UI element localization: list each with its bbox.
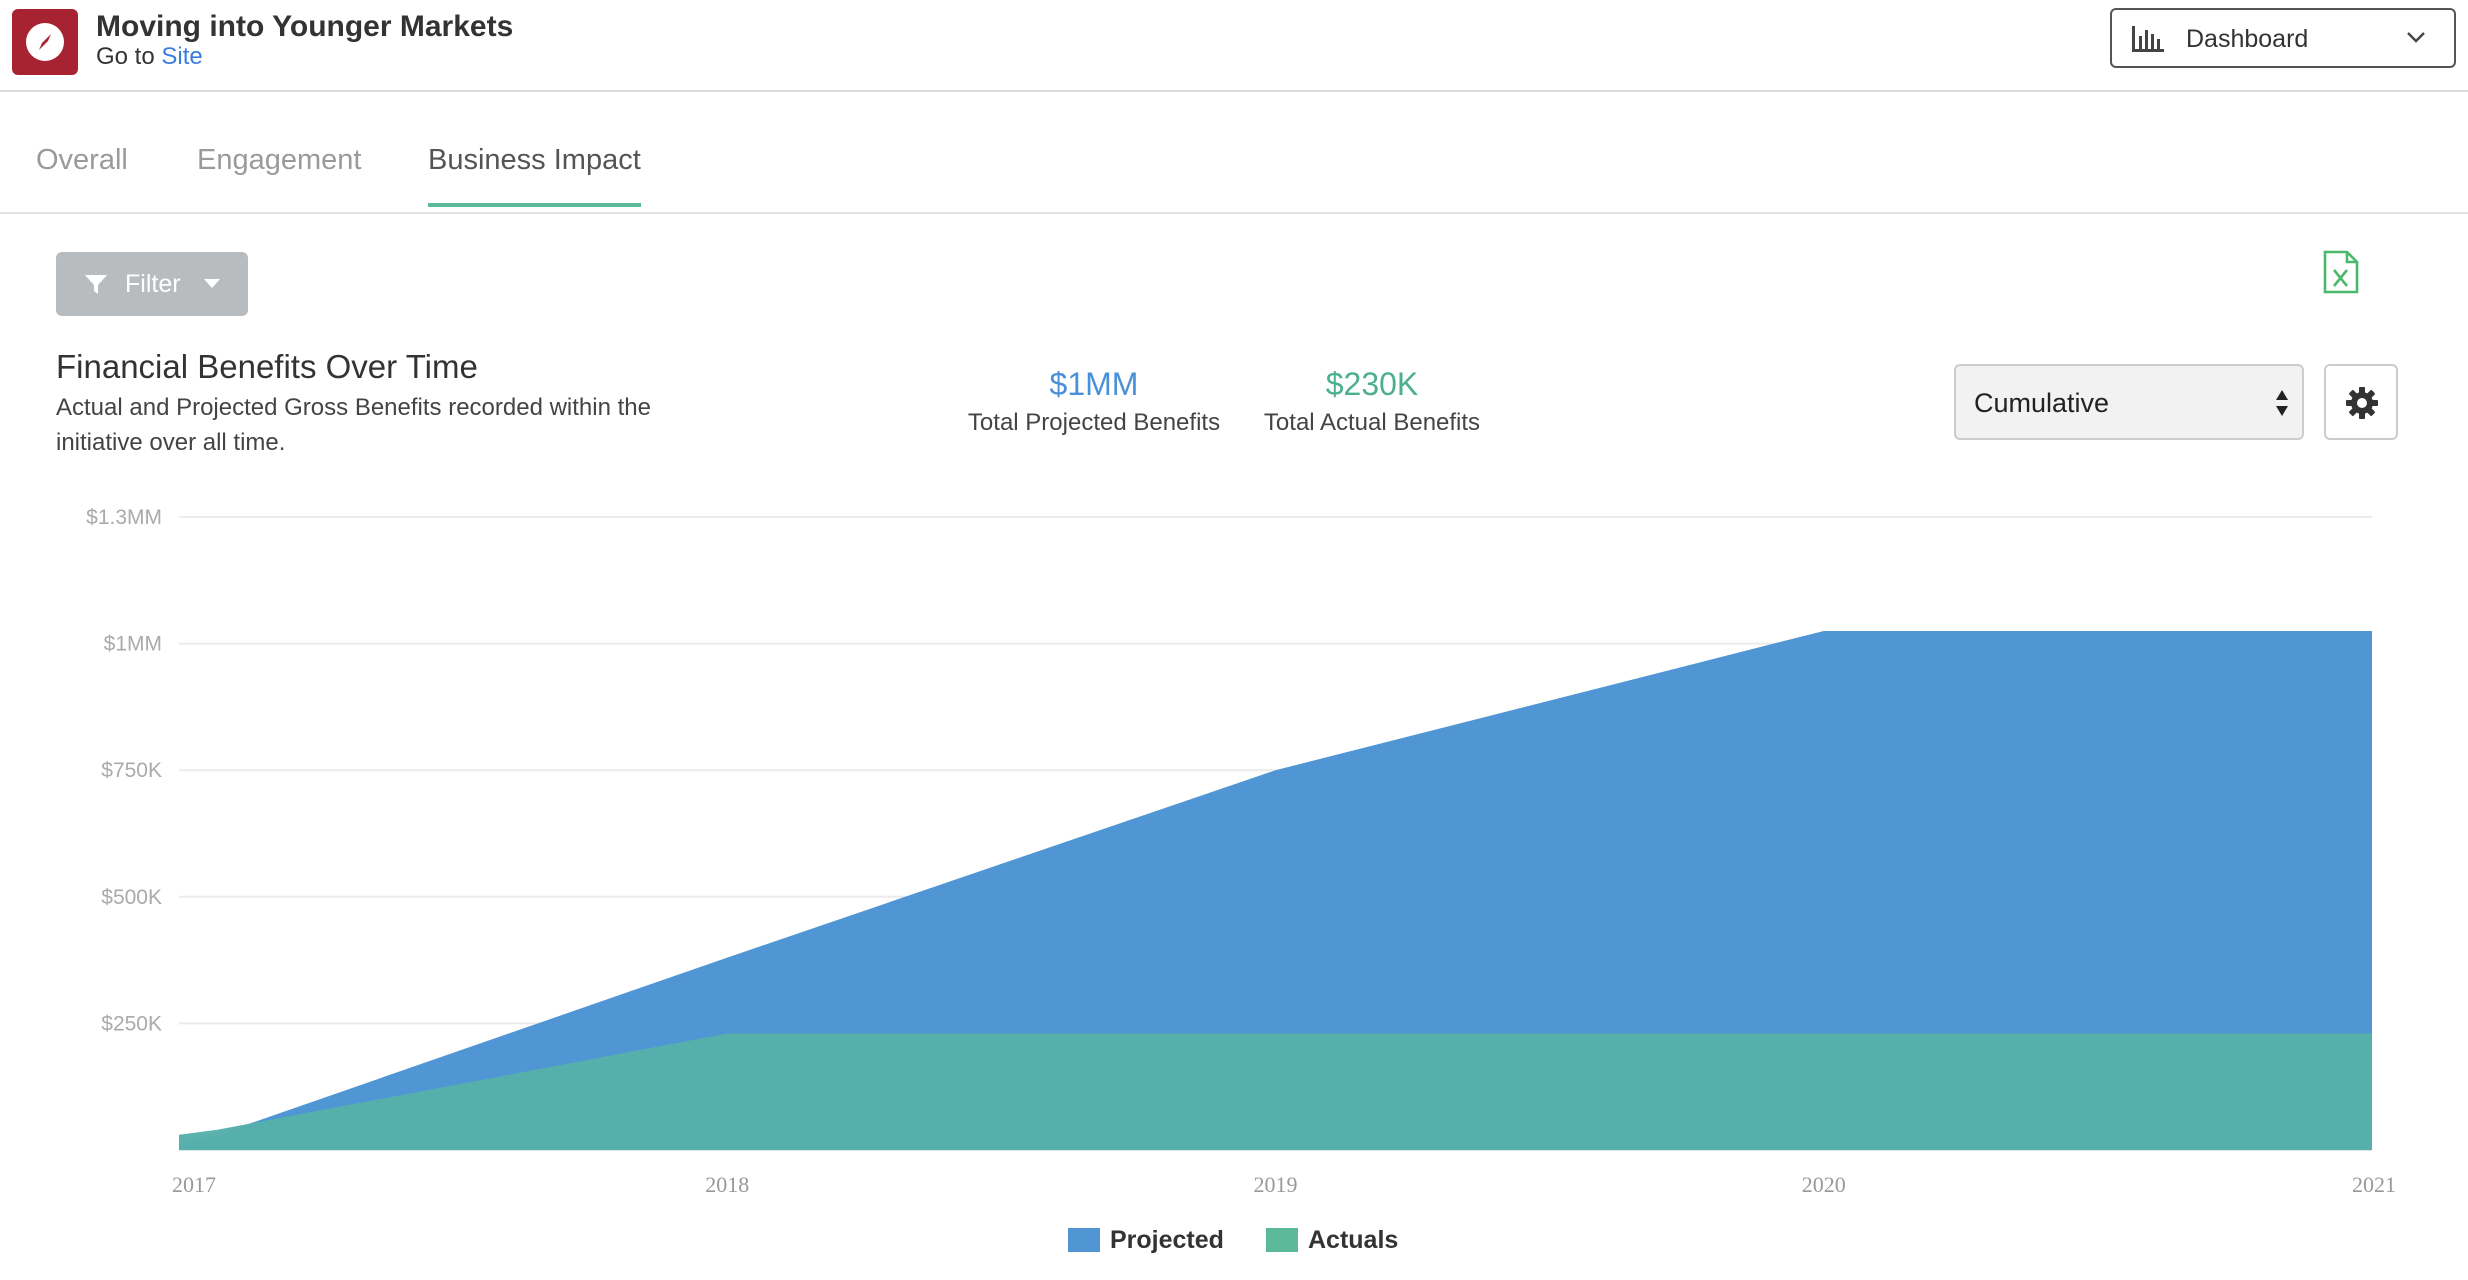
kpi-actual-label: Total Actual Benefits xyxy=(1263,409,1481,436)
aggregation-select-label: Cumulative xyxy=(1974,388,2110,418)
app-logo-icon xyxy=(12,9,78,75)
filter-icon xyxy=(85,275,107,294)
select-arrows-icon xyxy=(2276,390,2288,416)
x-tick-label: 2021 xyxy=(2352,1172,2396,1197)
tab-bar: Overall Engagement Business Impact xyxy=(0,92,2468,214)
x-tick-label: 2020 xyxy=(1802,1172,1846,1197)
y-tick-label: $750K xyxy=(101,759,162,782)
kpi-projected-value: $1MM xyxy=(1049,366,1139,402)
x-tick-label: 2019 xyxy=(1254,1172,1298,1197)
legend-projected-label: Projected xyxy=(1110,1226,1224,1254)
tab-overall[interactable]: Overall xyxy=(36,144,128,203)
app-header: Moving into Younger Markets Go to Site D… xyxy=(0,0,2468,92)
x-tick-label: 2018 xyxy=(705,1172,749,1197)
legend-projected-swatch xyxy=(1068,1228,1100,1252)
y-tick-label: $1MM xyxy=(104,633,162,656)
kpi-projected-label: Total Projected Benefits xyxy=(967,409,1221,436)
view-select[interactable]: Dashboard xyxy=(2110,8,2456,68)
bar-chart-icon xyxy=(2132,26,2164,52)
filter-button[interactable]: Filter xyxy=(56,252,248,316)
kpi-projected: $1MM Total Projected Benefits xyxy=(962,366,1226,437)
goto-prefix: Go to xyxy=(96,43,155,70)
site-link[interactable]: Site xyxy=(161,43,202,70)
gear-icon xyxy=(2346,387,2378,419)
y-tick-label: $250K xyxy=(101,1012,162,1035)
app-title: Moving into Younger Markets xyxy=(96,10,514,43)
legend-actuals-swatch xyxy=(1266,1228,1298,1252)
legend-projected[interactable]: Projected xyxy=(1068,1226,1224,1255)
y-tick-label: $1.3MM xyxy=(86,506,162,529)
filter-label: Filter xyxy=(125,270,181,298)
tab-business-impact[interactable]: Business Impact xyxy=(428,144,641,207)
financial-benefits-chart: $1.3MM $1MM $750K $500K $250K 2017 2018 2019 202… xyxy=(86,506,2396,1197)
goto-site: Go to Site xyxy=(96,43,203,71)
legend-actuals-label: Actuals xyxy=(1308,1226,1399,1254)
excel-export-icon[interactable] xyxy=(2322,250,2360,294)
view-select-label: Dashboard xyxy=(2186,25,2309,53)
kpi-actual-value: $230K xyxy=(1325,366,1419,402)
chevron-down-icon xyxy=(2407,32,2425,43)
legend-actuals[interactable]: Actuals xyxy=(1266,1226,1398,1255)
chart-title: Financial Benefits Over Time xyxy=(56,348,478,385)
kpi-actual: $230K Total Actual Benefits xyxy=(1250,366,1494,437)
y-tick-label: $500K xyxy=(101,886,162,909)
chart-settings-button[interactable] xyxy=(2324,364,2398,440)
chart-subtitle: Actual and Projected Gross Benefits reco… xyxy=(56,394,651,456)
tab-engagement[interactable]: Engagement xyxy=(197,144,361,203)
aggregation-select[interactable]: Cumulative xyxy=(1954,364,2304,440)
caret-down-icon xyxy=(204,279,220,288)
x-tick-label: 2017 xyxy=(172,1172,216,1197)
